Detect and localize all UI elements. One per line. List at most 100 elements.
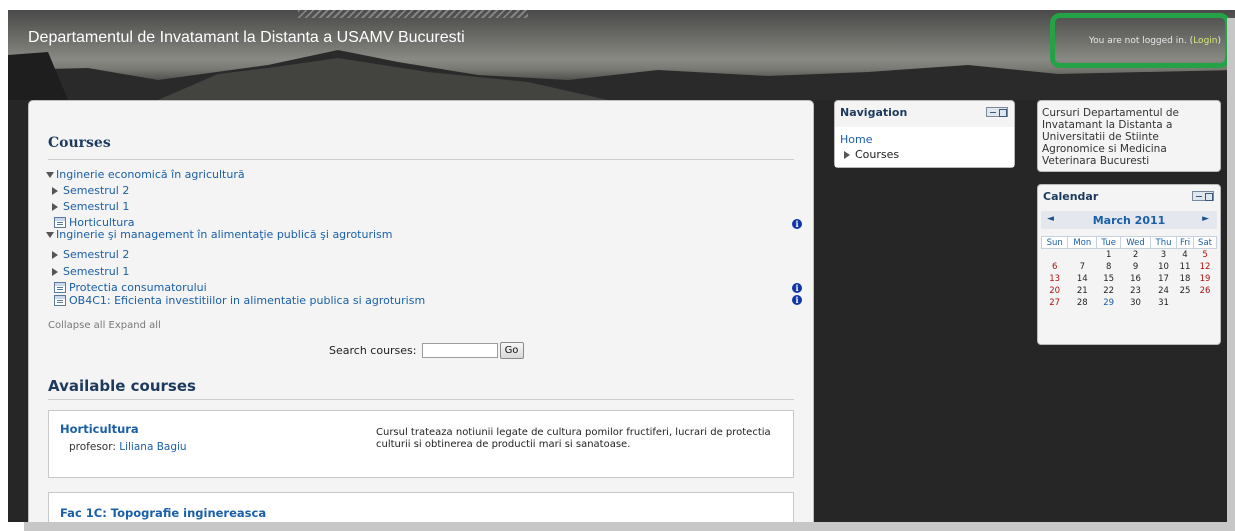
calendar-day[interactable]: 27 (1042, 297, 1068, 309)
calendar-grid: Sun Mon Tue Wed Thu Fri Sat 1 2 3 4 5 6 7 8 9 10 11 12 13 1… (1040, 236, 1217, 309)
calendar-day[interactable]: 1 (1097, 249, 1121, 261)
course-card: Fac 1C: Topografie inginereasca (48, 492, 794, 522)
category-row[interactable]: Inginerie economică în agricultură (46, 167, 245, 182)
site-description: Cursuri Departamentul de Invatamant la D… (1042, 107, 1180, 167)
calendar-day[interactable]: 19 (1194, 273, 1217, 285)
calendar-title: Calendar (1043, 190, 1099, 203)
category-row[interactable]: Semestrul 1 (52, 199, 129, 214)
category-link[interactable]: Semestrul 1 (63, 265, 129, 278)
course-title-link[interactable]: Horticultura (60, 422, 139, 436)
login-suffix: ) (1217, 36, 1221, 46)
calendar-day[interactable]: 10 (1151, 261, 1177, 273)
divider (48, 159, 794, 160)
calendar-day[interactable]: 14 (1068, 273, 1097, 285)
login-link[interactable]: Login (1193, 36, 1217, 46)
teacher-link[interactable]: Liliana Bagiu (119, 441, 186, 453)
calendar-month-bar: ◄ March 2011 ► (1041, 211, 1217, 229)
nav-courses-label: Courses (855, 148, 900, 161)
calendar-day[interactable]: 6 (1042, 261, 1068, 273)
course-teacher: profesor: Liliana Bagiu (69, 441, 187, 453)
calendar-day[interactable]: 22 (1097, 285, 1121, 297)
calendar-day[interactable]: 24 (1151, 285, 1177, 297)
course-row[interactable]: OB4C1: Eficienta investitiilor in alimen… (54, 293, 425, 308)
collapsed-icon (52, 267, 58, 276)
calendar-day[interactable]: 16 (1121, 273, 1151, 285)
collapsed-icon (844, 150, 850, 159)
login-highlight: You are not logged in. (Login) (1050, 13, 1230, 68)
expanded-icon (46, 231, 54, 238)
calendar-day[interactable]: 30 (1121, 297, 1151, 309)
calendar-week: 6 7 8 9 10 11 12 (1042, 261, 1217, 273)
calendar-month[interactable]: March 2011 (1041, 214, 1217, 227)
nav-courses-item[interactable]: Courses (844, 148, 899, 161)
weekday-header: Tue (1096, 236, 1122, 249)
page-shadow (1227, 18, 1235, 531)
header-banner: Departamentul de Invatamant la Distanta … (8, 10, 1235, 100)
calendar-day[interactable]: 15 (1097, 273, 1121, 285)
weekday-header: Fri (1175, 236, 1195, 249)
calendar-day[interactable]: 2 (1121, 249, 1151, 261)
search-courses-form: Search courses: Go (329, 342, 524, 359)
calendar-day[interactable]: 11 (1176, 261, 1193, 273)
info-icon[interactable]: i (792, 283, 802, 293)
calendar-day[interactable]: 13 (1042, 273, 1068, 285)
category-link[interactable]: Inginerie şi management în alimentaţie p… (56, 228, 392, 241)
course-link[interactable]: OB4C1: Eficienta investitiilor in alimen… (69, 294, 425, 307)
teacher-label: profesor: (69, 441, 116, 453)
calendar-day[interactable]: 29 (1097, 297, 1121, 309)
calendar-day[interactable]: 21 (1068, 285, 1097, 297)
calendar-week: 20 21 22 23 24 25 26 (1042, 285, 1217, 297)
collapsed-icon (52, 250, 58, 259)
course-summary: Cursul trateaza notiunii legate de cultu… (376, 427, 771, 450)
calendar-day[interactable]: 25 (1176, 285, 1193, 297)
weekday-header: Thu (1150, 236, 1177, 249)
weekday-header: Sat (1193, 236, 1217, 249)
calendar-day[interactable]: 7 (1068, 261, 1097, 273)
course-title-link[interactable]: Fac 1C: Topografie inginereasca (60, 506, 266, 520)
description-block: Cursuri Departamentul de Invatamant la D… (1037, 100, 1221, 172)
calendar-day (1042, 249, 1068, 261)
calendar-day[interactable]: 31 (1151, 297, 1177, 309)
category-row[interactable]: Semestrul 1 (52, 264, 129, 279)
calendar-day[interactable]: 9 (1121, 261, 1151, 273)
calendar-day (1194, 297, 1217, 309)
expand-all-link[interactable]: Expand all (109, 320, 161, 331)
go-button[interactable]: Go (499, 342, 524, 359)
calendar-week: 12345 (1042, 249, 1217, 261)
category-link[interactable]: Semestrul 1 (63, 200, 129, 213)
info-icon[interactable]: i (792, 219, 802, 229)
calendar-day[interactable]: 28 (1068, 297, 1097, 309)
next-month-icon[interactable]: ► (1202, 214, 1209, 224)
category-link[interactable]: Semestrul 2 (63, 248, 129, 261)
calendar-day[interactable]: 4 (1176, 249, 1193, 261)
collapse-all-link[interactable]: Collapse all (48, 320, 105, 331)
category-link[interactable]: Inginerie economică în agricultură (56, 168, 245, 181)
course-icon (54, 282, 66, 293)
dock-toggle-icon[interactable] (1192, 191, 1214, 201)
dock-toggle-icon[interactable] (986, 107, 1008, 117)
calendar-day[interactable]: 17 (1151, 273, 1177, 285)
nav-home-link[interactable]: Home (840, 133, 872, 146)
calendar-day[interactable]: 26 (1194, 285, 1217, 297)
category-row[interactable]: Semestrul 2 (52, 247, 129, 262)
calendar-day[interactable]: 8 (1097, 261, 1121, 273)
search-input[interactable] (421, 343, 498, 358)
category-row[interactable]: Inginerie şi management în alimentaţie p… (46, 227, 392, 242)
divider (48, 399, 794, 400)
calendar-day (1176, 297, 1193, 309)
collapse-expand-links: Collapse all Expand all (48, 320, 161, 331)
available-courses-heading: Available courses (48, 377, 196, 395)
login-info: You are not logged in. (Login) (1089, 36, 1221, 46)
calendar-day[interactable]: 3 (1151, 249, 1177, 261)
category-link[interactable]: Semestrul 2 (63, 184, 129, 197)
navigation-body: Home Courses (835, 127, 1014, 167)
page-shadow (24, 522, 1235, 531)
calendar-day[interactable]: 5 (1194, 249, 1217, 261)
calendar-day[interactable]: 12 (1194, 261, 1217, 273)
calendar-day[interactable]: 18 (1176, 273, 1193, 285)
info-icon[interactable]: i (792, 295, 802, 305)
category-row[interactable]: Semestrul 2 (52, 183, 129, 198)
page-frame: Departamentul de Invatamant la Distanta … (8, 10, 1235, 522)
calendar-day[interactable]: 20 (1042, 285, 1068, 297)
calendar-day[interactable]: 23 (1121, 285, 1151, 297)
